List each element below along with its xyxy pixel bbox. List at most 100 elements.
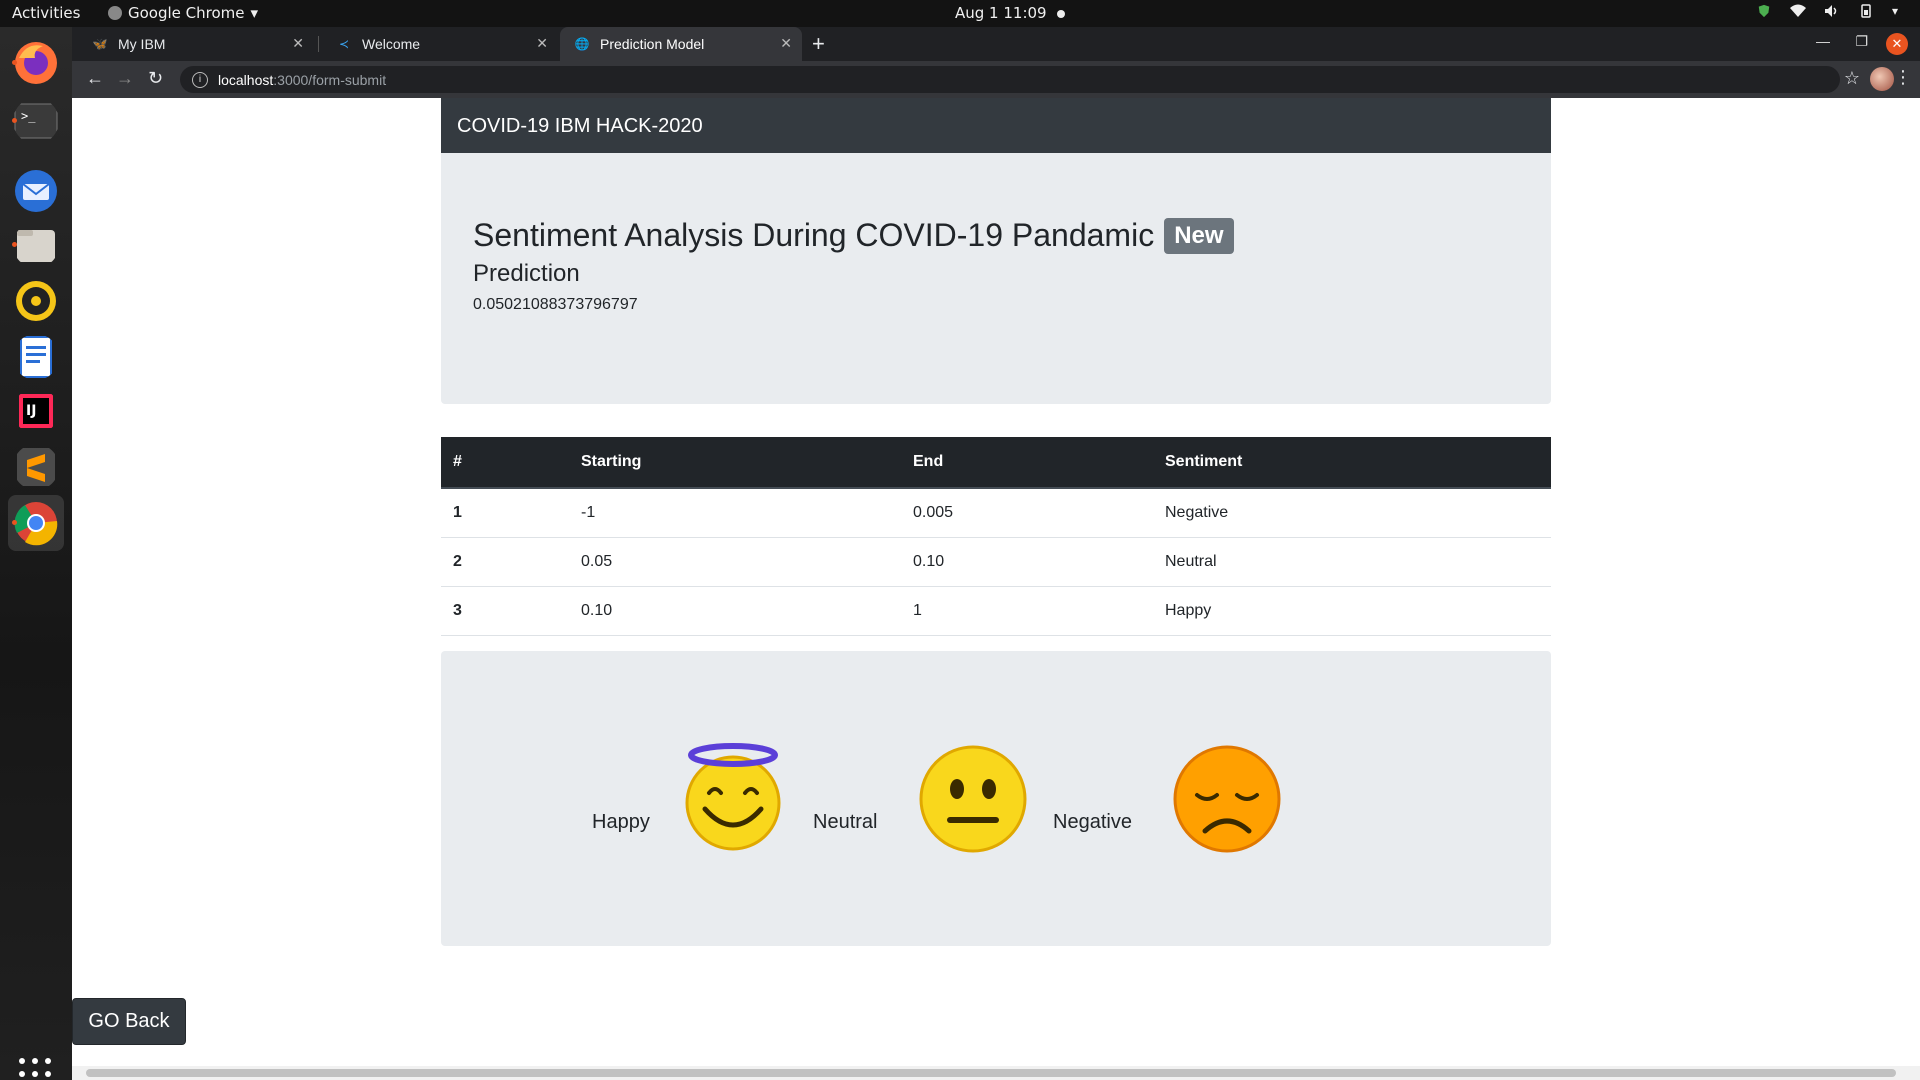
table-cell: -1 [569, 488, 901, 538]
navbar-brand[interactable]: COVID-19 IBM HACK-2020 [457, 115, 703, 137]
dock-firefox[interactable] [8, 35, 64, 91]
svg-text:>_: >_ [21, 109, 36, 123]
tab-prediction-model[interactable]: 🌐 Prediction Model ✕ [560, 27, 802, 61]
new-tab-button[interactable]: + [812, 31, 825, 57]
page-viewport: COVID-19 IBM HACK-2020 Sentiment Analysi… [72, 98, 1920, 1080]
table-header-row: # Starting End Sentiment [441, 437, 1551, 489]
column-header: Starting [569, 437, 901, 489]
sentiment-table: # Starting End Sentiment 1 -1 0.005 Nega… [441, 437, 1551, 636]
dock-sublime[interactable] [8, 439, 64, 495]
tab-my-ibm[interactable]: 🦋 My IBM ✕ [78, 27, 314, 61]
table-row: 2 0.05 0.10 Neutral [441, 537, 1551, 587]
info-icon[interactable]: i [192, 71, 208, 88]
url-path: :3000/form-submit [273, 71, 387, 88]
table-cell: 0.05 [569, 537, 901, 587]
system-tray[interactable]: ▾ [1756, 4, 1898, 18]
tab-separator [318, 36, 319, 52]
close-icon[interactable]: ✕ [536, 35, 548, 52]
table-cell: Happy [1153, 586, 1551, 636]
table-cell: 0.10 [901, 537, 1153, 587]
table-cell: 0.005 [901, 488, 1153, 538]
shield-icon [1758, 4, 1770, 18]
back-arrow-icon[interactable]: ← [86, 68, 104, 89]
restore-icon[interactable]: ❐ [1855, 33, 1868, 50]
running-indicator [12, 60, 17, 65]
battery-icon [1861, 4, 1871, 18]
disappointed-face-icon [1173, 745, 1281, 853]
rhythmbox-icon [16, 281, 56, 321]
vscode-icon: ≺ [338, 37, 350, 51]
dock-intellij[interactable]: IJ [8, 383, 64, 439]
prediction-heading: Prediction [473, 260, 580, 287]
svg-text:IJ: IJ [26, 403, 36, 419]
column-header: # [441, 437, 569, 489]
happy-label: Happy [592, 811, 650, 833]
tab-label: My IBM [118, 36, 166, 52]
browser-window: 🦋 My IBM ✕ ≺ Welcome ✕ 🌐 Prediction Mode… [72, 27, 1920, 1080]
horizontal-scrollbar[interactable] [72, 1066, 1920, 1080]
chevron-down-icon: ▾ [250, 4, 259, 22]
dock: >_ IJ [0, 27, 72, 1080]
table-cell: 1 [901, 586, 1153, 636]
clock[interactable]: Aug 1 11:09 [955, 4, 1065, 22]
writer-icon [20, 336, 52, 378]
neutral-label: Neutral [813, 811, 878, 833]
close-icon[interactable]: ✕ [780, 35, 792, 52]
thunderbird-icon [15, 170, 57, 212]
tab-label: Welcome [362, 36, 421, 52]
dock-chrome[interactable] [8, 495, 64, 551]
browser-toolbar: ← → ↻ i localhost:3000/form-submit ☆ ⋮ [72, 61, 1920, 98]
navbar: COVID-19 IBM HACK-2020 [441, 98, 1551, 153]
dock-rhythmbox[interactable] [8, 273, 64, 329]
sublime-icon [17, 448, 55, 486]
volume-icon [1824, 5, 1837, 17]
close-icon[interactable]: ✕ [292, 35, 304, 52]
table-cell: Negative [1153, 488, 1551, 538]
show-applications-icon[interactable] [16, 1055, 54, 1080]
dock-terminal[interactable]: >_ [8, 93, 64, 149]
wifi-icon [1789, 4, 1806, 17]
table-cell: Neutral [1153, 537, 1551, 587]
firefox-icon [15, 42, 57, 84]
page-title-text: Sentiment Analysis During COVID-19 Panda… [473, 217, 1155, 253]
tab-label: Prediction Model [600, 36, 705, 52]
tab-strip: 🦋 My IBM ✕ ≺ Welcome ✕ 🌐 Prediction Mode… [72, 27, 1920, 61]
dock-thunderbird[interactable] [8, 163, 64, 219]
activities-button[interactable]: Activities [12, 4, 80, 22]
chrome-icon [14, 502, 58, 546]
url-host: localhost [218, 71, 274, 88]
avatar[interactable] [1870, 67, 1894, 91]
minimize-icon[interactable]: — [1816, 33, 1830, 49]
running-indicator [12, 118, 17, 123]
intellij-icon: IJ [19, 394, 53, 428]
chrome-small-icon [108, 6, 122, 20]
scrollbar-thumb[interactable] [86, 1069, 1896, 1077]
table-row: 1 -1 0.005 Negative [441, 488, 1551, 538]
terminal-icon: >_ [14, 103, 58, 139]
forward-arrow-icon[interactable]: → [116, 68, 134, 89]
table-cell: 0.10 [569, 586, 901, 636]
kebab-menu-icon[interactable]: ⋮ [1894, 67, 1912, 88]
notification-dot-icon [1056, 9, 1065, 18]
window-close-button[interactable]: ✕ [1886, 33, 1908, 55]
globe-icon: 🌐 [574, 37, 590, 51]
dock-writer[interactable] [8, 329, 64, 385]
emoji-legend-panel: Happy Neutral Negative [441, 651, 1551, 946]
clock-text: Aug 1 11:09 [955, 4, 1047, 22]
address-bar[interactable]: i localhost:3000/form-submit [180, 66, 1840, 93]
column-header: Sentiment [1153, 437, 1551, 489]
smiling-halo-face-icon [685, 743, 781, 851]
new-badge: New [1164, 217, 1234, 254]
chevron-down-icon: ▾ [1891, 4, 1898, 18]
dock-files[interactable] [8, 217, 64, 273]
go-back-button[interactable]: GO Back [72, 998, 186, 1045]
neutral-face-icon [919, 745, 1027, 853]
star-icon[interactable]: ☆ [1844, 68, 1860, 89]
app-menu[interactable]: Google Chrome ▾ [108, 4, 258, 22]
ibm-icon: 🦋 [92, 37, 108, 51]
negative-label: Negative [1053, 811, 1132, 833]
table-cell: 3 [441, 586, 569, 636]
reload-icon[interactable]: ↻ [148, 68, 163, 89]
running-indicator [12, 520, 17, 525]
tab-welcome[interactable]: ≺ Welcome ✕ [322, 27, 558, 61]
